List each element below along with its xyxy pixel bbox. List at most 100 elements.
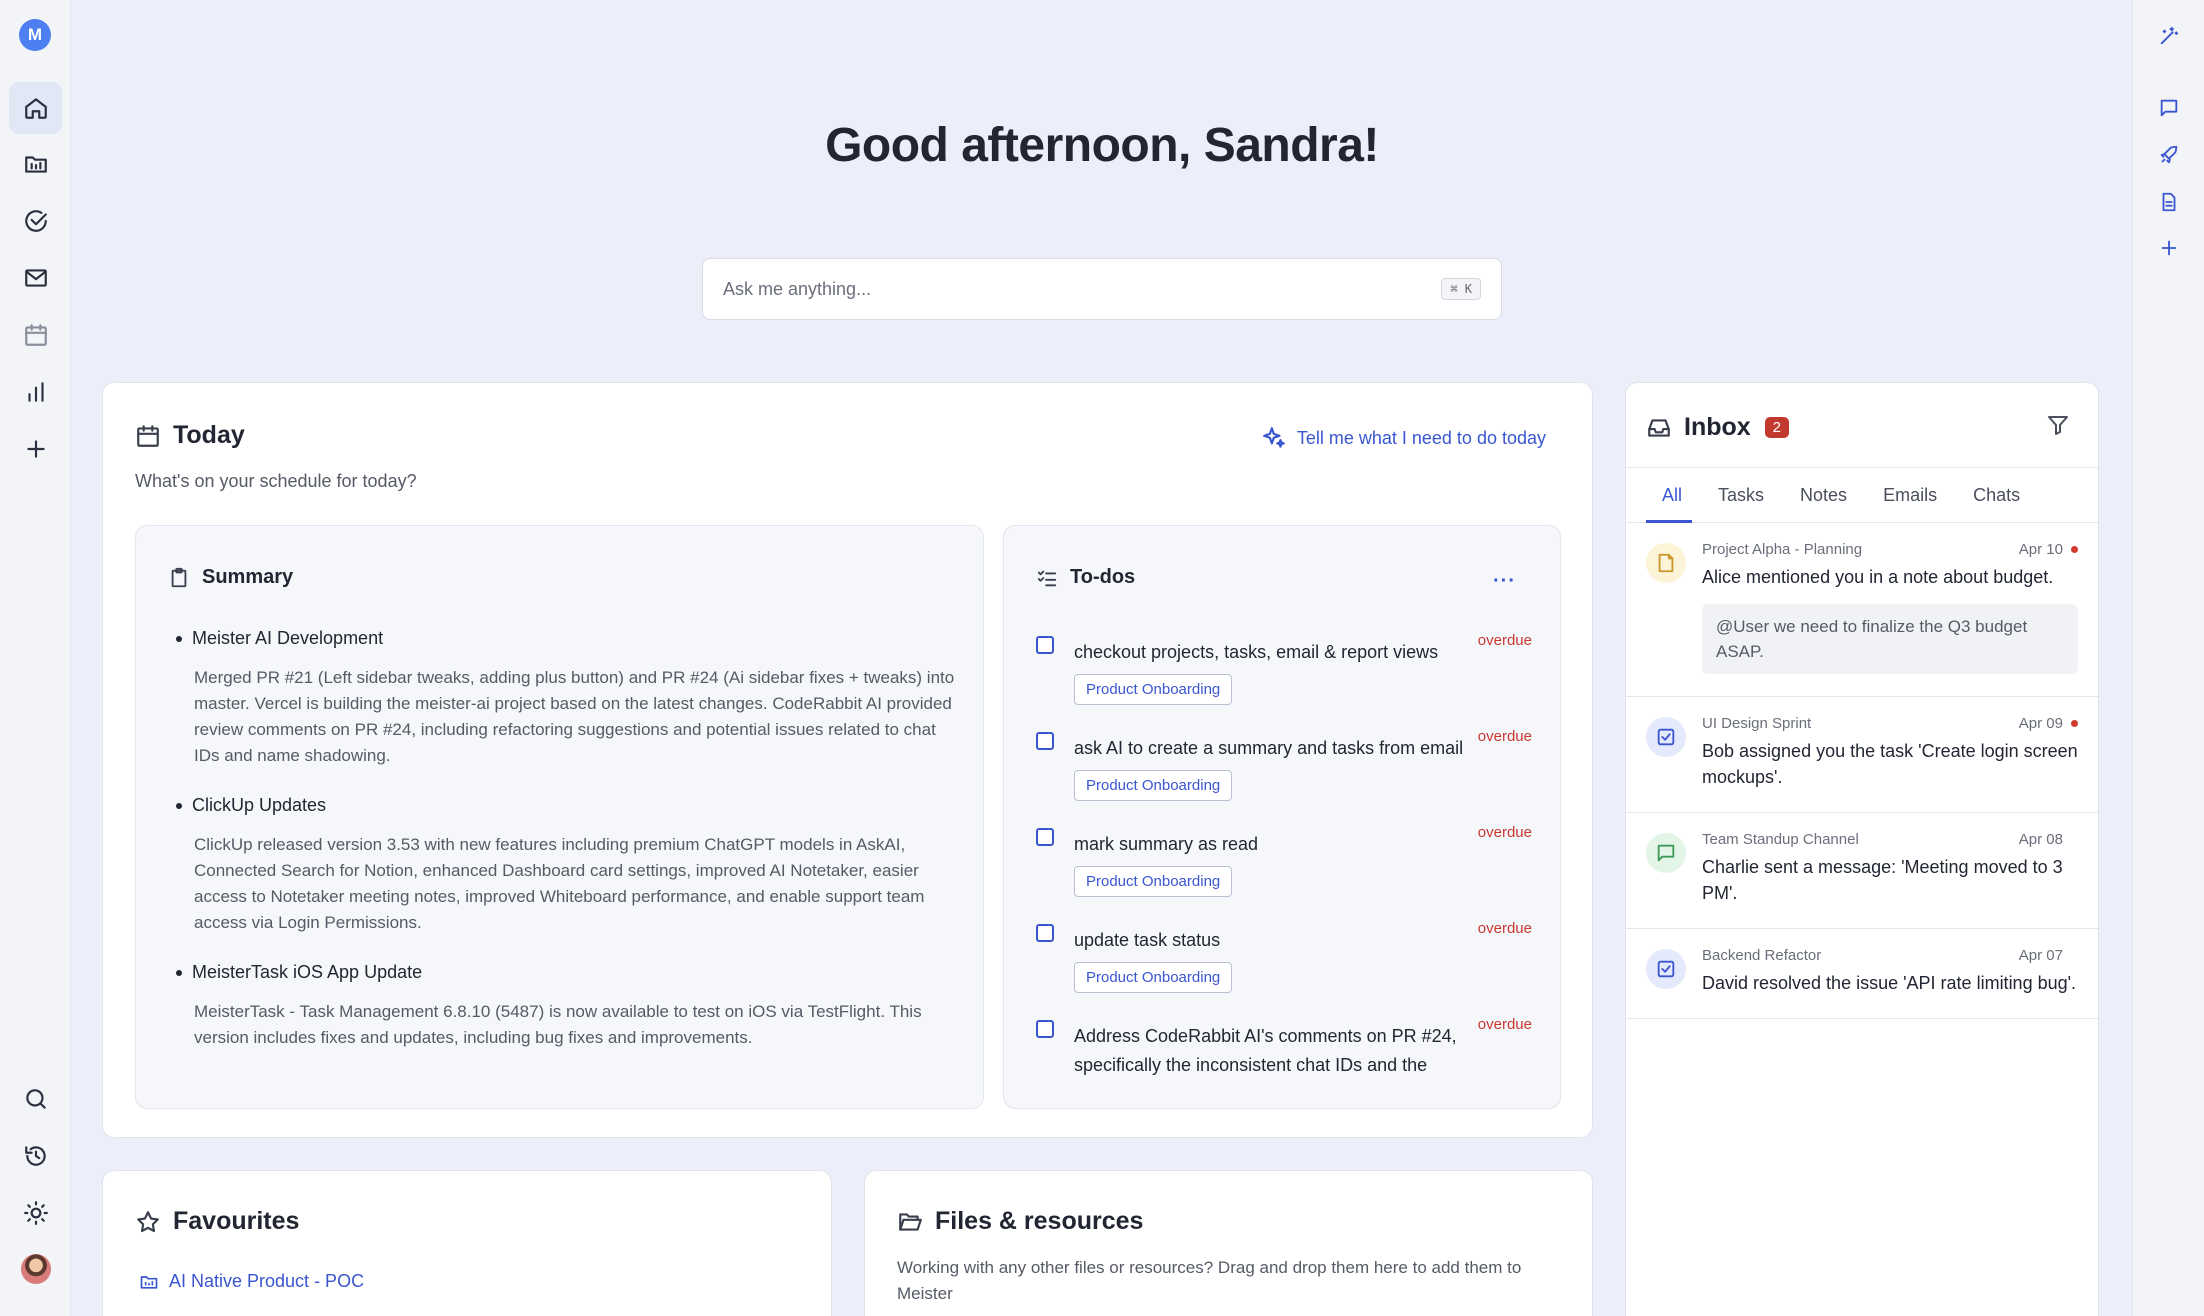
overdue-label: overdue [1477,632,1532,649]
inbox-item-source: Backend Refactor [1702,947,1822,964]
nav-reports[interactable] [9,366,62,418]
ask-ai-search[interactable]: ⌘ K [702,258,1502,320]
inbox-item-source: Team Standup Channel [1702,831,1859,848]
todo-text[interactable]: mark summary as read [1074,830,1474,859]
files-description: Working with any other files or resource… [897,1258,1522,1303]
inbox-item-date: Apr 09 [2018,715,2063,732]
todo-text[interactable]: update task status [1074,926,1474,955]
summary-item: MeisterTask iOS App Update MeisterTask -… [176,962,956,1051]
today-card: Today What's on your schedule for today?… [102,382,1593,1138]
overdue-label: overdue [1477,920,1532,937]
search-icon [25,1089,46,1109]
add-widget-button[interactable] [2155,234,2183,262]
todo-item: mark summary as read overdue Product Onb… [1036,824,1546,920]
todo-checkbox[interactable] [1036,732,1054,750]
todo-text[interactable]: checkout projects, tasks, email & report… [1074,638,1474,667]
inbox-item-date: Apr 10 [2018,541,2063,558]
nav-calendar[interactable] [9,309,62,361]
inbox-item[interactable]: Backend Refactor Apr 07 David resolved t… [1626,929,2098,1019]
project-tag[interactable]: Product Onboarding [1074,962,1233,993]
calendar-icon [24,324,47,346]
nav-mail[interactable] [9,252,62,304]
summary-item: Meister AI Development Merged PR #21 (Le… [176,628,956,769]
overdue-label: overdue [1477,728,1532,745]
todo-item: Address CodeRabbit AI's comments on PR #… [1036,1016,1546,1108]
overdue-label: overdue [1477,1016,1532,1033]
plus-icon [2161,240,2177,256]
nav-history[interactable] [9,1130,62,1182]
inbox-item-date: Apr 08 [2018,831,2063,848]
todo-checkbox[interactable] [1036,828,1054,846]
tab-tasks[interactable]: Tasks [1702,468,1784,522]
checklist-icon [1037,570,1057,586]
inbox-item[interactable]: Team Standup Channel Apr 08 Charlie sent… [1626,813,2098,929]
task-icon [1646,717,1686,757]
today-title: Today [173,421,245,449]
search-input[interactable] [723,278,1442,300]
todos-more-button[interactable]: ··· [1493,570,1516,593]
sparkle-icon [1263,427,1285,448]
note-icon [1646,543,1686,583]
inbox-item[interactable]: Project Alpha - Planning Apr 10 Alice me… [1626,523,2098,697]
inbox-item[interactable]: UI Design Sprint Apr 09 Bob assigned you… [1626,697,2098,813]
inbox-item-message: Bob assigned you the task 'Create login … [1702,741,2078,787]
avatar[interactable] [21,1254,51,1284]
tab-emails[interactable]: Emails [1867,468,1957,522]
filter-icon [2048,416,2068,435]
summary-item: ClickUp Updates ClickUp released version… [176,795,956,936]
inbox-card: Inbox 2 All Tasks Notes Emails Chats Pro… [1625,382,2099,1316]
nav-add[interactable] [9,423,62,475]
magic-wand-icon [2160,26,2179,45]
history-icon [24,1146,46,1166]
todo-checkbox[interactable] [1036,924,1054,942]
summary-header: Summary [168,566,293,589]
tell-me-button[interactable]: Tell me what I need to do today [1261,425,1546,451]
todo-text[interactable]: ask AI to create a summary and tasks fro… [1074,734,1474,763]
inbox-count-badge: 2 [1764,417,1790,438]
project-tag[interactable]: Product Onboarding [1074,866,1233,897]
chat-icon [1646,833,1686,873]
tab-chats[interactable]: Chats [1957,468,2040,522]
todo-item: checkout projects, tasks, email & report… [1036,632,1546,728]
summary-item-heading: ClickUp Updates [176,795,956,816]
inbox-title: Inbox [1684,413,1751,441]
todo-checkbox[interactable] [1036,1020,1054,1038]
ai-wand-button[interactable] [2155,22,2183,50]
inbox-item-quote: @User we need to finalize the Q3 budget … [1702,604,2078,674]
inbox-list: Project Alpha - Planning Apr 10 Alice me… [1626,523,2098,1019]
folder-open-icon [899,1212,922,1231]
inbox-item-message: David resolved the issue 'API rate limit… [1702,973,2077,993]
mail-icon [24,269,47,287]
nav-theme[interactable] [9,1187,62,1239]
summary-item-body: Merged PR #21 (Left sidebar tweaks, addi… [194,668,955,765]
summary-item-body: ClickUp released version 3.53 with new f… [194,835,925,932]
project-folder-icon [140,1275,158,1289]
document-button[interactable] [2155,188,2183,216]
summary-list: Meister AI Development Merged PR #21 (Le… [176,628,956,1077]
inbox-item-message: Alice mentioned you in a note about budg… [1702,567,2054,587]
project-tag[interactable]: Product Onboarding [1074,674,1233,705]
page-title: Good afternoon, Sandra! [825,119,1379,172]
inbox-filter-button[interactable] [2046,413,2070,442]
bar-chart-icon [27,382,44,402]
meister-logo[interactable]: M [19,19,51,51]
tab-all[interactable]: All [1646,468,1702,523]
sun-icon [23,1201,48,1225]
files-card: Files & resources Working with any other… [864,1170,1593,1316]
favourite-item[interactable]: AI Native Product - POC [139,1271,364,1292]
summary-title: Summary [202,566,294,588]
favourite-label: AI Native Product - POC [169,1271,365,1291]
inbox-item-source: Project Alpha - Planning [1702,541,1863,558]
todo-list: checkout projects, tasks, email & report… [1036,632,1546,1108]
tab-notes[interactable]: Notes [1784,468,1867,522]
clipboard-icon [171,567,187,587]
todo-text[interactable]: Address CodeRabbit AI's comments on PR #… [1074,1022,1474,1080]
task-icon [1646,949,1686,989]
unread-dot [2071,720,2078,727]
project-tag[interactable]: Product Onboarding [1074,770,1233,801]
nav-search[interactable] [9,1073,62,1125]
star-icon [137,1210,159,1232]
todo-checkbox[interactable] [1036,636,1054,654]
nav-tasks[interactable] [9,195,62,247]
overdue-label: overdue [1477,824,1532,841]
